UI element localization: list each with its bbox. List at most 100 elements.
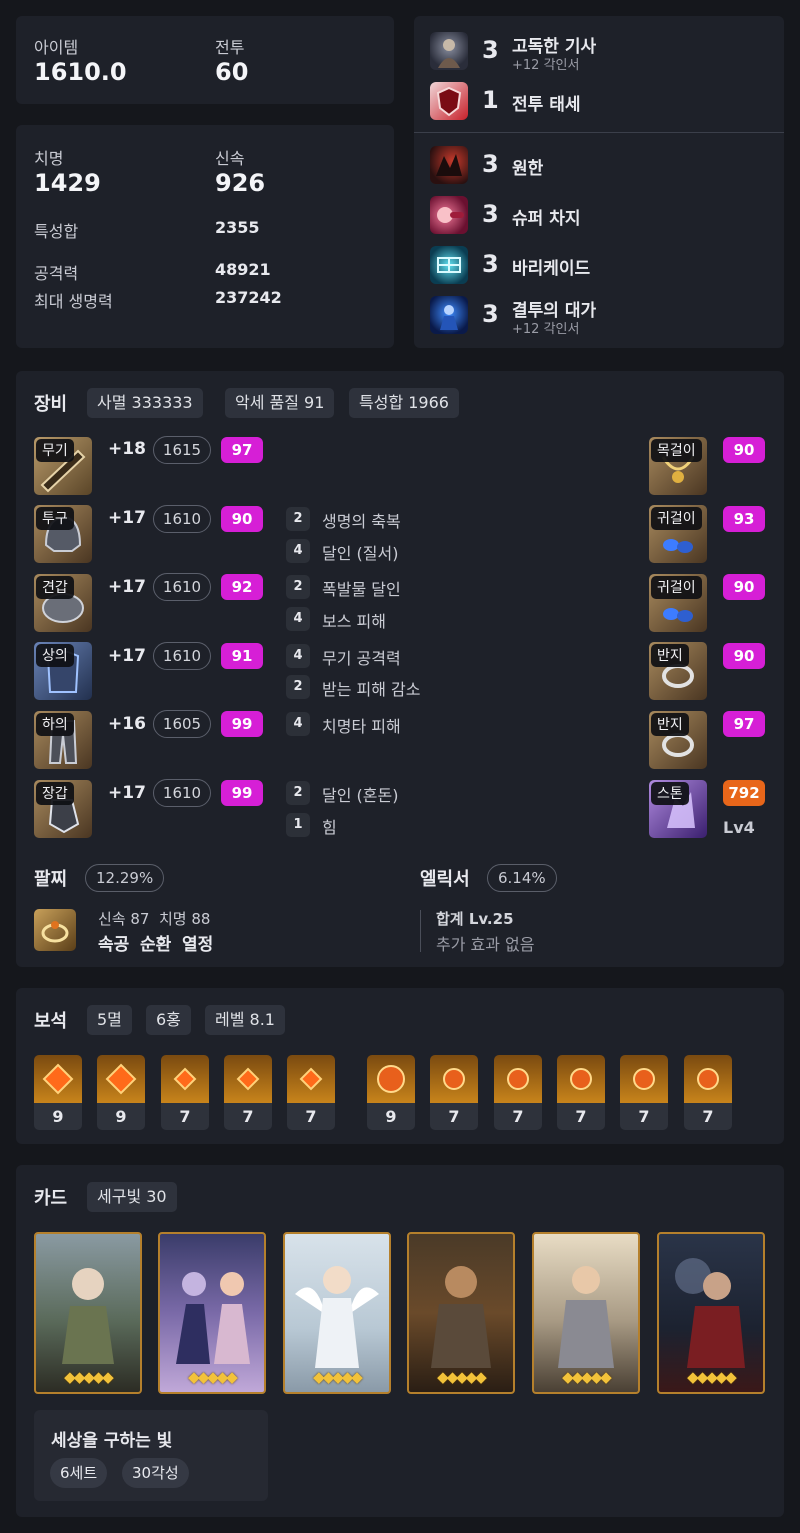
doom-gem-icon [224,1055,272,1103]
card-portrait[interactable]: ◆◆◆◆◆ [158,1232,266,1394]
set-effect-name: 달인 (질서) [322,544,399,563]
engraving-level: 1 [482,86,499,114]
doom-gem[interactable]: 9 [97,1055,145,1130]
set-effect-name: 생명의 축복 [322,512,401,531]
item-level-pill: 1615 [153,436,211,464]
set-count: 2 [286,575,310,599]
doom-gem-icon [161,1055,209,1103]
gem-level: 7 [287,1103,335,1130]
engraving-level: 3 [482,250,499,278]
gems-title: 보석 [34,1011,68,1032]
equipment-chip: 특성합 1966 [349,388,459,418]
elixir-title: 엘릭서 [420,869,470,890]
attack-power-value: 48921 [215,260,271,279]
card-portrait[interactable]: ◆◆◆◆◆ [657,1232,765,1394]
refine-level: +17 [108,508,146,528]
item-level-label: 아이템 [34,38,79,57]
card-awakening: ◆◆◆◆◆ [437,1368,487,1386]
item-slot-tag: 귀걸이 [651,507,702,530]
set-effect-name: 달인 (혼돈) [322,786,399,805]
bracelet-icon[interactable] [34,909,76,951]
crit-label: 치명 [34,149,64,168]
chest-armor-icon: 상의 [34,642,92,700]
set-count: 1 [286,813,310,837]
engraving-row[interactable]: 3 고독한 기사 +12 각인서 [430,28,790,73]
set-count: 4 [286,644,310,668]
gloves-icon: 장갑 [34,780,92,838]
doom-gem[interactable]: 9 [34,1055,82,1130]
doom-gem[interactable]: 7 [224,1055,272,1130]
engraving-level: 3 [482,200,499,228]
refine-level: +16 [108,714,146,734]
weapon-icon: 무기 [34,437,92,495]
doom-gem[interactable]: 7 [161,1055,209,1130]
engraving-row[interactable]: 3 결투의 대가 +12 각인서 [430,292,790,337]
card-portrait[interactable]: ◆◆◆◆◆ [34,1232,142,1394]
set-count: 4 [286,539,310,563]
crimson-gem[interactable]: 7 [684,1055,732,1130]
bracelet-title: 팔찌 [34,869,68,890]
engraving-row[interactable]: 3 슈퍼 차지 [430,192,790,236]
item-level-pill: 1610 [153,642,211,670]
card-awakening: ◆◆◆◆◆ [64,1368,114,1386]
crimson-gem[interactable]: 7 [430,1055,478,1130]
doom-gem-icon [97,1055,145,1103]
crimson-gem[interactable]: 7 [494,1055,542,1130]
item-slot-tag: 스톤 [651,782,689,805]
item-slot-tag: 하의 [36,713,74,736]
combat-level-label: 전투 [215,38,245,57]
crit-value: 1429 [34,169,101,197]
quality-badge: 90 [723,574,765,600]
battle-stance-icon [430,82,468,120]
card-portrait[interactable]: ◆◆◆◆◆ [283,1232,391,1394]
item-level-pill: 1610 [153,779,211,807]
card-awakening: ◆◆◆◆◆ [687,1368,737,1386]
set-effect-name: 치명타 피해 [322,717,401,736]
set-count: 2 [286,675,310,699]
quality-badge: 97 [221,437,263,463]
engraving-row[interactable]: 3 바리케이드 [430,242,790,286]
engraving-level: 3 [482,36,499,64]
item-slot-tag: 장갑 [36,782,74,805]
engraving-level: 3 [482,300,499,328]
engraving-book: +12 각인서 [512,322,580,337]
elixir-percent: 6.14% [487,864,557,892]
crimson-gem-icon [684,1055,732,1103]
crimson-gem[interactable]: 7 [620,1055,668,1130]
elixir-total: 합계 Lv.25 [436,910,514,928]
super-charge-icon [430,196,468,234]
doom-gem[interactable]: 7 [287,1055,335,1130]
bracelet-effect: 순환 [140,935,172,955]
gem-level: 7 [620,1103,668,1130]
stone-level: Lv4 [723,818,755,837]
engraving-divider [414,132,784,133]
item-slot-tag: 견갑 [36,576,74,599]
stat-total-value: 2355 [215,218,260,237]
ring-icon: 반지 [649,711,707,769]
cards-title: 카드 [34,1188,68,1209]
engraving-name: 바리케이드 [512,259,591,279]
set-effect-name: 받는 피해 감소 [322,680,421,699]
engraving-row[interactable]: 1 전투 태세 [430,78,790,122]
engraving-name: 원한 [512,159,544,179]
lone-knight-icon [430,32,468,70]
item-slot-tag: 귀걸이 [651,576,702,599]
crimson-gem[interactable]: 7 [557,1055,605,1130]
crimson-gem-icon [494,1055,542,1103]
gem-level: 9 [34,1103,82,1130]
crimson-gem-icon [557,1055,605,1103]
card-portrait[interactable]: ◆◆◆◆◆ [532,1232,640,1394]
equipment-chip: 악세 품질 91 [225,388,335,418]
item-level-pill: 1605 [153,710,211,738]
set-effect-name: 무기 공격력 [322,649,401,668]
set-count: 2 [286,781,310,805]
engraving-row[interactable]: 3 원한 [430,142,790,186]
card-portrait[interactable]: ◆◆◆◆◆ [407,1232,515,1394]
elixir-divider [420,910,421,952]
gem-level: 7 [430,1103,478,1130]
crimson-gem[interactable]: 9 [367,1055,415,1130]
elixir-extra-effect: 추가 효과 없음 [436,935,535,954]
quality-badge: 90 [221,506,263,532]
quality-badge: 93 [723,506,765,532]
bracelet-percent: 12.29% [85,864,165,892]
